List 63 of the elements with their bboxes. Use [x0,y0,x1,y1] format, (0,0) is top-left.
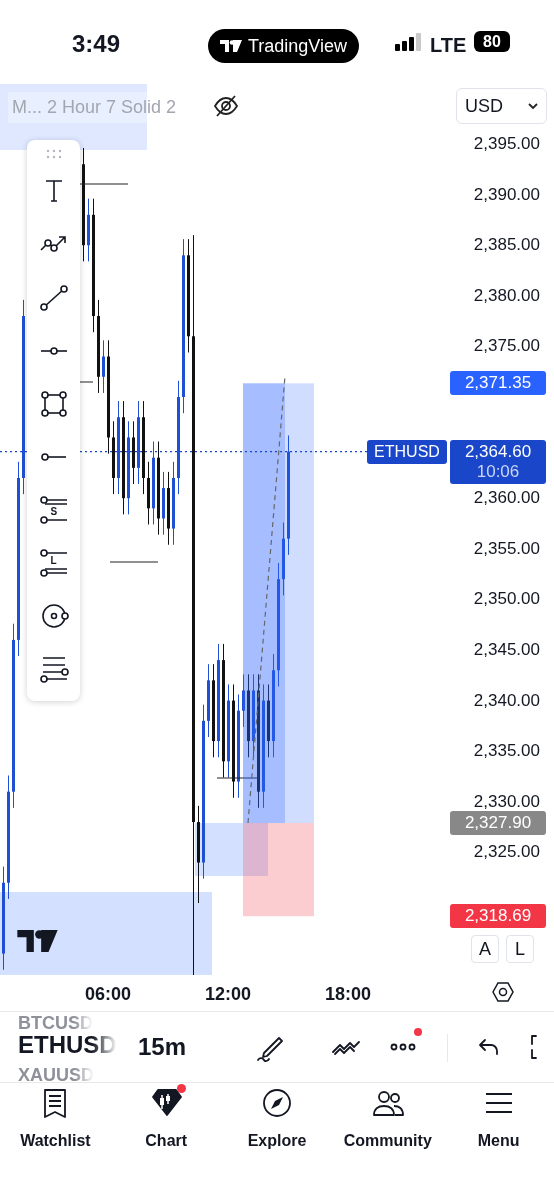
drawing-tool-button[interactable]: L [31,536,76,589]
network-label: LTE [430,33,467,58]
horizontal-line [216,777,259,779]
chevron-down-icon [528,102,538,110]
clock-time: 3:49 [72,29,121,59]
candlestick [102,339,105,394]
nav-tab[interactable]: Explore [221,1087,333,1153]
long-position-icon [38,547,69,578]
nav-tab[interactable]: Community [332,1087,444,1153]
logo-icon [17,930,58,952]
app-pill[interactable]: TradingView [208,29,360,63]
price-tick-label: 2,385.00 [473,235,540,256]
price-tick-label: 2,375.00 [473,336,540,357]
price-tick-label: 2,395.00 [473,134,540,154]
price-tick-label: 2,350.00 [473,589,540,610]
price-tick-label: 2,345.00 [473,640,540,660]
logo-icon [220,40,242,52]
interval-button[interactable]: 15m [138,1029,187,1065]
more-icon [390,1043,416,1051]
price-tick-label: 2,325.00 [473,842,540,863]
axis-mode-button[interactable]: A [471,935,499,963]
price-badge: 2,327.90 [450,811,546,836]
candlestick [147,461,150,525]
short-position-icon [38,494,69,525]
drag-handle-icon[interactable] [45,149,62,159]
nav-tab[interactable]: Chart [110,1087,222,1153]
drawing-tool-button[interactable]: S [31,483,76,536]
horizontal-line [79,381,94,383]
rectangle-icon [38,388,69,419]
price-tick-label: 2,340.00 [473,690,540,711]
fullscreen-icon [530,1034,538,1060]
eye-off-icon[interactable] [213,95,239,117]
horizontal-line [79,183,129,185]
time-tick-label: 12:00 [205,983,251,1006]
trend-line-icon [38,282,69,313]
horizontal-line-icon [38,346,69,355]
price-tick-label: 2,360.00 [473,488,540,509]
candlestick [132,420,135,485]
price-tick-label: 2,335.00 [473,741,540,762]
horizontal-line [109,561,159,563]
candlestick [242,673,245,728]
signal-icon [395,33,422,51]
symbol-option[interactable]: ETHUSD [18,1033,117,1057]
time-tick-label: 06:00 [85,983,131,1006]
currency-dropdown[interactable]: USD [456,88,547,124]
price-badge: 2,371.35 [450,371,546,396]
last-price: 2,364.60 [464,441,532,462]
candlestick [162,471,165,536]
ray-icon [40,452,67,461]
price-tick-label: 2,355.00 [473,538,540,559]
battery-indicator: 80 [474,31,510,52]
price-badge: 2,318.69 [450,904,546,929]
settings-icon[interactable] [492,981,514,1003]
candlestick [87,198,90,262]
axis-mode-button[interactable]: L [506,935,534,963]
nav-tab[interactable]: Menu [443,1087,554,1153]
nav-tab[interactable]: Watchlist [0,1087,111,1153]
price-tick-label: 2,380.00 [473,285,540,306]
time-tick-label: 18:00 [325,983,371,1006]
price-tick-label: 2,330.00 [473,791,540,812]
price-tick-label: 2,390.00 [473,184,540,205]
symbol-badge: ETHUSD [367,439,447,464]
bar-countdown: 10:06 [476,461,520,482]
